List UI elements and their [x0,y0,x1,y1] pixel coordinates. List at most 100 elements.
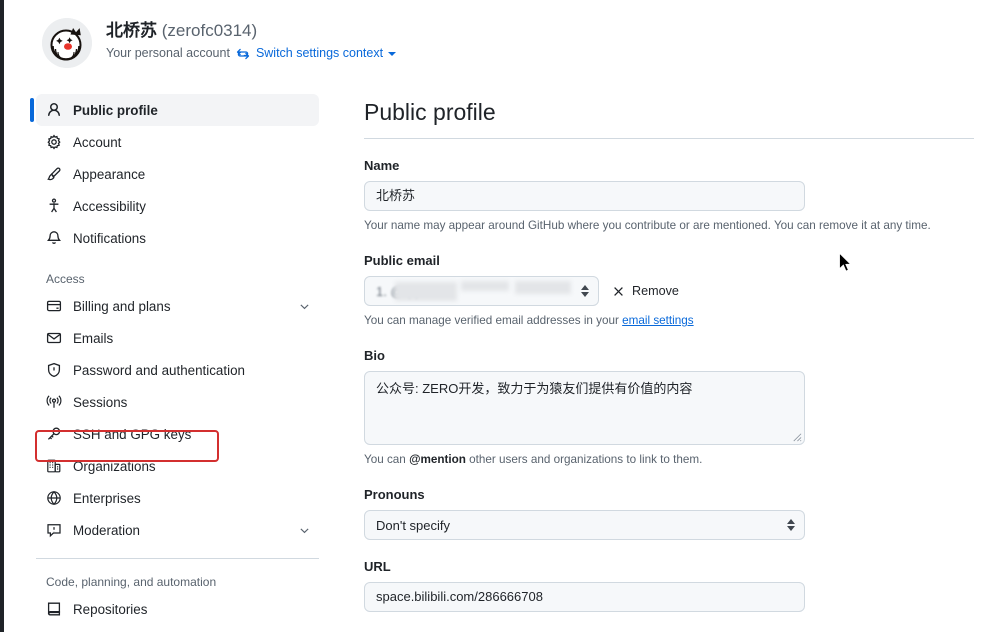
person-icon [46,102,62,118]
sidebar-item-label: Password and authentication [73,362,245,378]
chevron-down-icon [388,51,397,56]
field-name: Name 北桥苏 Your name may appear around Git… [364,157,974,234]
sidebar-item-label: Public profile [73,102,158,118]
select-stepper-icon [581,285,589,297]
public-email-select[interactable]: 1. @qq.com [364,276,599,306]
close-icon [614,286,623,296]
bio-note: You can @mention other users and organiz… [364,451,974,468]
field-pronouns: Pronouns Don't specify [364,486,974,540]
field-public-email: Public email 1. @qq.com Remove [364,252,974,329]
switch-settings-context-label: Switch settings context [255,46,384,60]
sidebar-item-label: Organizations [73,458,156,474]
sidebar-item-public-profile[interactable]: Public profile [30,94,319,126]
bio-note-mention: @mention [409,453,466,466]
sidebar-item-organizations[interactable]: Organizations [36,450,319,482]
bio-note-prefix: You can [364,453,410,466]
bio-label: Bio [364,348,385,363]
public-email-note: You can manage verified email addresses … [364,312,974,329]
bio-textarea[interactable]: 公众号: ZERO开发，致力于为猿友们提供有价值的内容 [364,371,805,445]
sidebar-item-label: Repositories [73,601,148,617]
sidebar-item-label: Emails [73,330,114,346]
name-label: Name [364,158,400,173]
chevron-down-icon[interactable] [297,523,311,537]
sidebar-item-label: Sessions [73,394,128,410]
sidebar-item-moderation[interactable]: Moderation [36,514,319,546]
redaction-block [395,282,457,301]
report-icon [46,522,62,538]
sidebar-item-label: Billing and plans [73,298,171,314]
field-bio: Bio 公众号: ZERO开发，致力于为猿友们提供有价值的内容 You can … [364,347,974,468]
settings-page: 北桥苏 (zerofc0314) Your personal account S… [0,0,1003,632]
sidebar-item-label: Appearance [73,166,146,182]
url-input[interactable]: space.bilibili.com/286666708 [364,582,805,612]
sidebar-item-accessibility[interactable]: Accessibility [36,190,319,222]
sidebar-item-enterprises[interactable]: Enterprises [36,482,319,514]
remove-email-button[interactable]: Remove [612,284,679,298]
sidebar-divider [36,558,319,559]
remove-email-label: Remove [632,284,679,298]
sidebar-item-account[interactable]: Account [36,126,319,158]
switch-settings-context-link[interactable]: Switch settings context [255,45,397,62]
name-input[interactable]: 北桥苏 [364,181,805,211]
bio-note-suffix: other users and organizations to link to… [465,453,703,466]
title-divider [364,138,974,139]
globe-icon [46,490,62,506]
sidebar-item-label: Accessibility [73,198,146,214]
public-email-label: Public email [364,253,440,268]
field-url: URL space.bilibili.com/286666708 [364,558,974,612]
account-subtitle: Your personal account [106,46,230,60]
broadcast-icon [46,394,62,410]
credit-card-icon [46,298,62,314]
sidebar-item-repositories[interactable]: Repositories [36,593,319,625]
public-email-row: 1. @qq.com Remove [364,276,974,306]
sidebar-group-access-title: Access [46,272,85,286]
account-identity: 北桥苏 (zerofc0314) Your personal account S… [106,18,397,62]
key-icon [46,426,62,442]
page-title: Public profile [364,99,496,125]
swap-icon [236,47,250,61]
sidebar-item-label: Enterprises [73,490,141,506]
mail-icon [46,330,62,346]
sidebar-item-password-and-authentication[interactable]: Password and authentication [36,354,319,386]
public-email-note-prefix: You can manage verified email addresses … [364,314,623,327]
sidebar-item-emails[interactable]: Emails [36,322,319,354]
url-label: URL [364,559,391,574]
chevron-down-icon [787,526,795,531]
sidebar-item-label: Notifications [73,230,146,246]
sidebar-item-label: Account [73,134,122,150]
organization-icon [46,458,62,474]
avatar[interactable] [42,18,92,68]
settings-sidebar: Public profile Account Appearance Access… [30,94,319,625]
redaction-block [461,281,509,291]
sidebar-group-code-title: Code, planning, and automation [46,575,217,589]
sidebar-item-label: Moderation [73,522,140,538]
repo-icon [46,601,62,617]
resize-handle-icon[interactable] [791,431,802,442]
avatar-crown-face-icon [42,18,92,68]
sidebar-item-notifications[interactable]: Notifications [36,222,319,254]
account-name-line: 北桥苏 (zerofc0314) [106,20,396,42]
chevron-down-icon[interactable] [297,299,311,313]
pronouns-select[interactable]: Don't specify [364,510,805,540]
bio-value: 公众号: ZERO开发，致力于为猿友们提供有价值的内容 [376,381,693,396]
gear-icon [46,134,62,150]
paintbrush-icon [46,166,62,182]
pronouns-label: Pronouns [364,487,425,502]
public-profile-main: Public profile Name 北桥苏 Your name may ap… [364,96,974,612]
email-settings-link[interactable]: email settings [622,314,693,327]
sidebar-item-label: SSH and GPG keys [73,426,192,442]
sidebar-item-sessions[interactable]: Sessions [36,386,319,418]
sidebar-item-ssh-and-gpg-keys[interactable]: SSH and GPG keys [36,418,319,450]
pronouns-value: Don't specify [376,517,451,533]
page-edge-strip [0,0,4,632]
accessibility-icon [46,198,62,214]
name-note: Your name may appear around GitHub where… [364,219,931,232]
select-stepper-icon [787,519,795,531]
chevron-down-icon [581,292,589,297]
account-header: 北桥苏 (zerofc0314) Your personal account S… [42,18,397,68]
account-display-name: 北桥苏 [106,21,157,40]
sidebar-item-billing-and-plans[interactable]: Billing and plans [36,290,319,322]
sidebar-item-appearance[interactable]: Appearance [36,158,319,190]
shield-icon [46,362,62,378]
